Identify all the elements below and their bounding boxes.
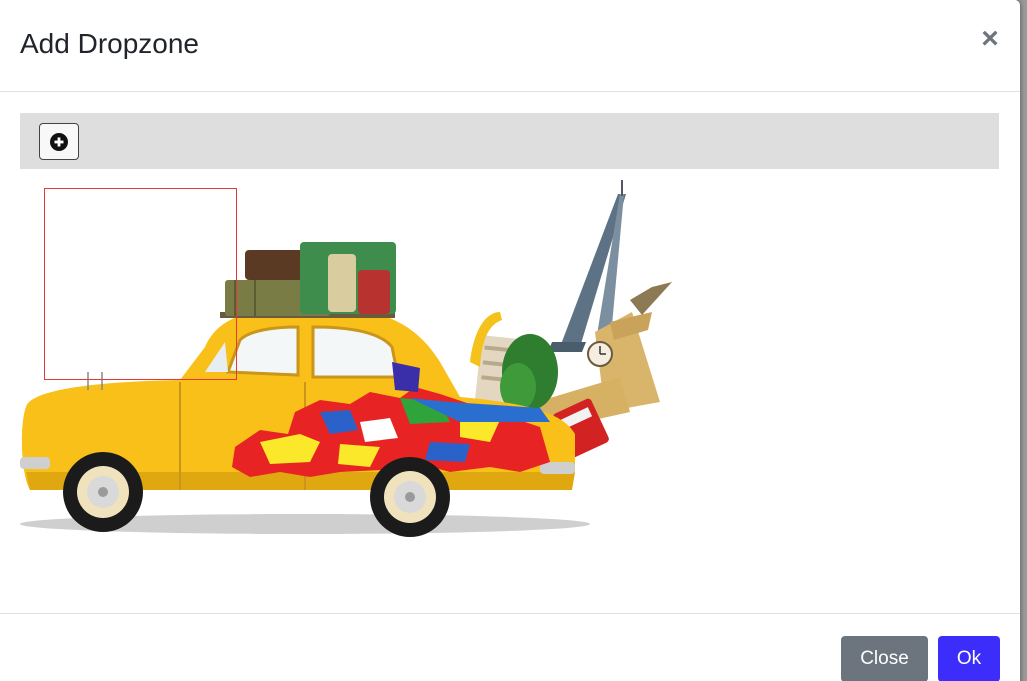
dropzone-rectangle[interactable] — [44, 188, 237, 380]
ok-button[interactable]: Ok — [938, 636, 1000, 681]
landmark-cluster — [474, 334, 558, 411]
modal-title: Add Dropzone — [20, 28, 200, 59]
close-icon[interactable]: × — [976, 22, 1004, 56]
plus-circle-icon — [50, 132, 68, 151]
modal-backdrop — [1019, 0, 1027, 681]
add-dropzone-modal: Add Dropzone × Close Ok — [0, 0, 1020, 681]
front-wheel — [63, 452, 143, 532]
dropzone-toolbar — [20, 113, 999, 169]
roof-luggage — [220, 242, 396, 318]
modal-footer: Close Ok — [0, 613, 1020, 681]
close-button[interactable]: Close — [841, 636, 928, 681]
add-dropzone-button[interactable] — [39, 123, 79, 160]
modal-header: Add Dropzone × — [0, 0, 1020, 92]
rear-wheel — [370, 457, 450, 537]
